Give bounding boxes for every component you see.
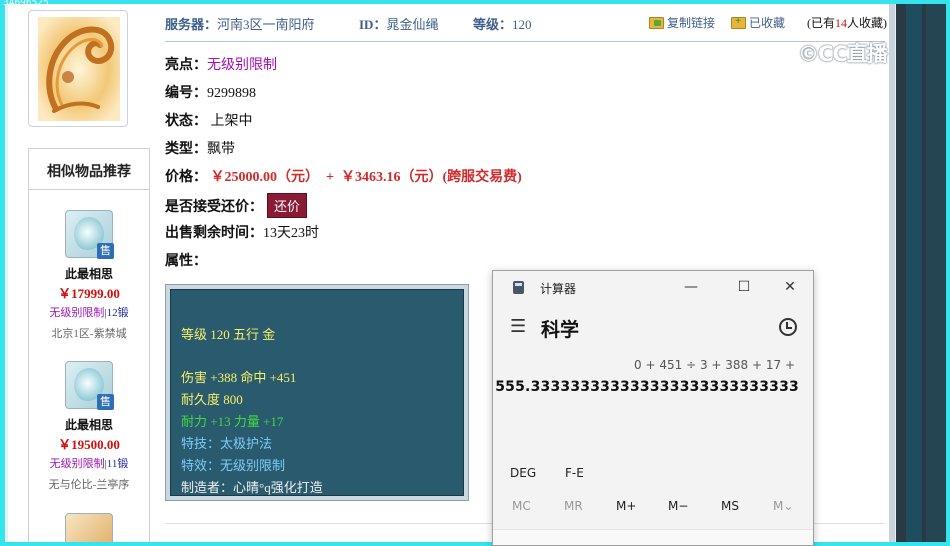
mc-button[interactable]: MC (512, 499, 531, 513)
history-icon[interactable] (779, 318, 797, 336)
hamburger-menu-icon[interactable]: ☰ (510, 318, 526, 336)
frame-border (946, 0, 950, 546)
calculator-window[interactable]: 计算器 — ☐ ✕ ☰ 科学 0 + 451 ÷ 3 + 388 + 17 + … (492, 270, 814, 546)
m-minus-button[interactable]: M− (668, 499, 688, 513)
fee-value: ￥3463.16（元）(跨服交易费) (340, 170, 522, 185)
similar-item-server: 无与伦比-兰亭序 (48, 479, 130, 491)
number-row: 编号：9299898 (165, 86, 256, 101)
similar-item-price: ￥19500.00 (58, 437, 120, 452)
corner-id: 34696525 (3, 0, 49, 8)
attr-skill-line: 特技：太极护法 (181, 436, 273, 451)
attr-durability-line: 耐久度 800 (181, 392, 243, 407)
copy-link-icon (649, 16, 664, 29)
ribbon-item-icon[interactable]: 售 (65, 361, 114, 410)
divider (29, 189, 149, 190)
maximize-button[interactable]: ☐ (732, 277, 756, 297)
attr-damage-line: 伤害 +388 命中 +451 (181, 370, 297, 385)
type-row: 类型：飘带 (165, 142, 235, 157)
calculator-app-icon (513, 281, 524, 294)
remaining-time-row: 出售剩余时间：13天23时 (165, 226, 319, 241)
tag-forge: 11锻 (106, 458, 129, 470)
bargain-button[interactable]: 还价 (267, 193, 308, 218)
similar-item-name[interactable]: 此最相思 (29, 265, 149, 282)
collect-count: (已有14人收藏) (807, 16, 887, 30)
similar-item-server: 北京1区-紫禁城 (51, 328, 127, 340)
attributes-panel: 等级 120 五行 金 伤害 +388 命中 +451 耐久度 800 耐力 +… (165, 284, 469, 501)
seller-id: ID：晁金仙绳 (359, 17, 439, 32)
cc-live-watermark: ©CC直播 (798, 42, 888, 66)
memory-dropdown-button[interactable]: M⌄ (773, 499, 793, 513)
similar-items-title: 相似物品推荐 (47, 165, 131, 180)
frame-border (0, 0, 5, 546)
minimize-button[interactable]: — (679, 277, 703, 297)
deg-button[interactable]: DEG (510, 466, 536, 480)
price-row: 价格： ￥25000.00（元） + ￥3463.16（元）(跨服交易费) (165, 170, 522, 185)
tag-no-level-limit: 无级别限制 (49, 458, 105, 470)
ms-button[interactable]: MS (721, 499, 739, 513)
collected-button[interactable]: 已收藏 (731, 14, 785, 31)
sale-badge: 售 (97, 243, 114, 259)
status-row: 状态： 上架中 (165, 114, 253, 129)
similar-items-panel: 相似物品推荐 售 此最相思 ￥17999.00 无级别限制|12锻 北京1区-紫… (28, 148, 150, 546)
bargain-row: 是否接受还价： 还价 (165, 193, 308, 218)
attributes-label-row: 属性： (165, 254, 207, 269)
right-side-panel (896, 0, 950, 546)
divider (165, 41, 885, 42)
similar-item-tags: 无级别限制|12锻 (29, 304, 149, 320)
ribbon-item-image (38, 17, 120, 121)
item-thumbnail[interactable] (28, 10, 128, 127)
attr-effect-line: 特效：无级别限制 (181, 458, 286, 473)
m-plus-button[interactable]: M+ (616, 499, 636, 513)
similar-item-name[interactable]: 此最相思 (29, 416, 149, 433)
attr-level-line: 等级 120 五行 金 (181, 327, 276, 342)
calculator-mode-title: 科学 (541, 319, 580, 341)
calculator-expression: 0 + 451 ÷ 3 + 388 + 17 + (634, 358, 795, 372)
favorite-icon (731, 15, 746, 29)
fe-button[interactable]: F-E (565, 466, 584, 480)
similar-item-tags: 无级别限制|11锻 (29, 455, 149, 471)
calculator-result: 555.333333333333333333333333333 (495, 379, 799, 395)
tag-no-level-limit: 无级别限制 (49, 307, 105, 319)
close-button[interactable]: ✕ (778, 277, 802, 297)
frame-border (0, 0, 950, 4)
attr-maker-line: 制造者：心晴°q强化打造 (181, 480, 323, 495)
server-info: 服务器：河南3区一南阳府 (165, 17, 315, 32)
highlight-row: 亮点：无级别限制 (165, 58, 277, 73)
mr-button[interactable]: MR (564, 499, 583, 513)
seller-level: 等级：120 (473, 17, 532, 32)
calculator-titlebar[interactable]: 计算器 — ☐ ✕ (493, 271, 813, 303)
copy-link-button[interactable]: 复制链接 (649, 14, 715, 31)
similar-item-price: ￥17999.00 (58, 286, 120, 301)
calculator-keypad-edge (493, 529, 813, 545)
tag-forge: 12锻 (106, 307, 129, 319)
sale-badge: 售 (97, 394, 114, 410)
attr-stats-line: 耐力 +13 力量 +17 (181, 414, 284, 429)
ribbon-item-icon[interactable]: 售 (65, 210, 114, 259)
calculator-title: 计算器 (540, 282, 577, 296)
price-value: ￥25000.00（元） (210, 170, 320, 185)
